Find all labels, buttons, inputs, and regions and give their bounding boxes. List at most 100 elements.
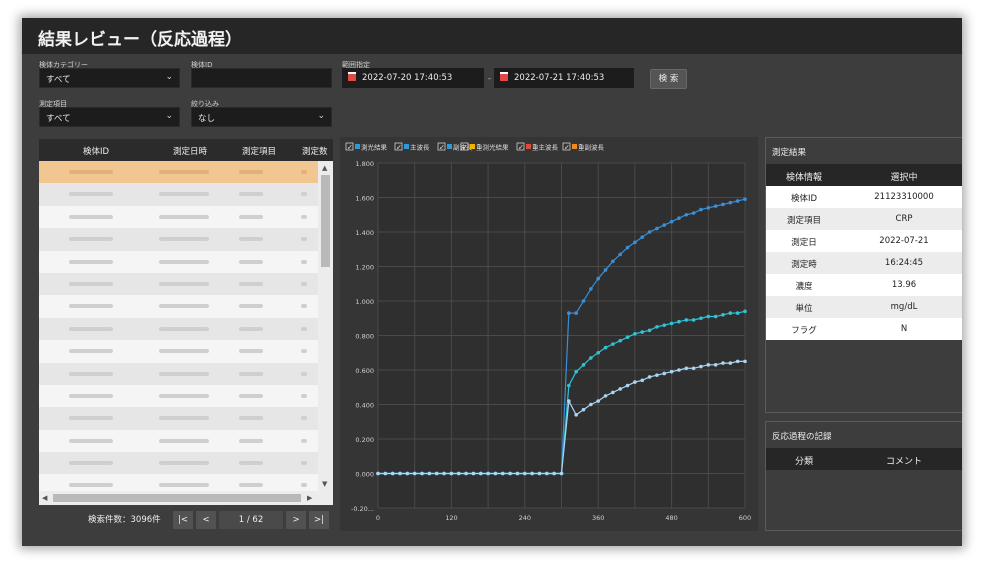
data-point (603, 345, 608, 350)
data-point (618, 387, 623, 391)
column-header[interactable]: 測定日時 (173, 145, 207, 157)
table-row[interactable] (39, 183, 318, 206)
sample-id-input[interactable] (191, 68, 332, 88)
table-cell (239, 461, 263, 466)
scroll-down-icon[interactable]: ▼ (322, 480, 327, 488)
last-page-button[interactable]: >| (309, 511, 329, 529)
result-title: 測定結果 (772, 148, 807, 158)
data-point (442, 471, 446, 476)
date-from-value: 2022-07-20 17:40:53 (362, 73, 453, 83)
item-select[interactable]: すべて ⌄ (39, 107, 180, 127)
first-page-button[interactable]: |< (173, 511, 193, 529)
next-page-button[interactable]: > (286, 511, 306, 529)
data-point (567, 383, 571, 388)
data-point (669, 321, 674, 326)
table-row[interactable] (39, 206, 318, 228)
data-point (721, 202, 725, 207)
search-button[interactable]: 検 索 (650, 69, 687, 89)
legend-swatch (404, 144, 409, 149)
table-row[interactable] (39, 385, 318, 407)
scroll-up-icon[interactable]: ▲ (322, 164, 327, 172)
date-from-field[interactable]: 2022-07-20 17:40:53 (342, 68, 484, 88)
table-cell (239, 371, 263, 376)
log-header-category: 分類 (794, 457, 813, 467)
legend-label: 重測光結果 (476, 143, 509, 152)
date-to-value: 2022-07-21 17:40:53 (514, 73, 605, 83)
table-cell (159, 304, 209, 309)
data-point (662, 323, 667, 327)
result-row-label: 測定日 (791, 238, 817, 248)
result-header-selected: 選択中 (890, 173, 918, 183)
scroll-right-icon[interactable]: ▶ (307, 494, 312, 502)
log-panel: 反応過程の記録 分類 コメント (765, 421, 962, 531)
y-tick-label: 1.200 (355, 264, 374, 272)
scroll-left-icon[interactable]: ◀ (42, 494, 47, 502)
table-body (39, 161, 318, 491)
table-row[interactable] (39, 452, 318, 475)
scrollbar-thumb[interactable] (53, 494, 301, 502)
result-row-value: 21123310000 (874, 192, 934, 202)
table-row[interactable] (39, 340, 318, 362)
horizontal-scrollbar[interactable]: ◀ ▶ (39, 491, 333, 505)
legend-swatch (572, 144, 577, 149)
data-point (574, 311, 578, 315)
table-row[interactable] (39, 474, 318, 491)
result-row-label: 検体ID (790, 194, 818, 204)
data-point (625, 335, 630, 340)
table-row[interactable] (39, 272, 318, 296)
data-point (589, 287, 593, 291)
column-header[interactable]: 測定項目 (242, 145, 276, 157)
result-count: 検索件数：3096件 (88, 515, 161, 525)
data-point (486, 471, 490, 476)
x-tick-label: 120 (445, 514, 457, 522)
data-point (523, 471, 527, 476)
result-row-value: 13.96 (891, 280, 917, 290)
legend-swatch (447, 144, 452, 149)
data-point (574, 369, 578, 374)
data-point (655, 373, 659, 377)
data-point (699, 207, 703, 212)
date-to-field[interactable]: 2022-07-21 17:40:53 (494, 68, 634, 88)
table-cell (159, 326, 209, 331)
data-point (412, 471, 417, 476)
table-row[interactable] (39, 251, 318, 273)
y-tick-label: 1.000 (355, 298, 374, 306)
table-row[interactable] (39, 295, 318, 317)
legend-label: 測光結果 (361, 143, 388, 152)
category-select[interactable]: すべて ⌄ (39, 68, 180, 88)
data-point (655, 325, 659, 329)
scrollbar-thumb[interactable] (321, 175, 330, 267)
chevron-down-icon: ⌄ (165, 111, 173, 121)
data-point (581, 407, 586, 412)
data-point (699, 316, 703, 321)
y-tick-label: 0.600 (355, 367, 374, 375)
x-tick-label: 240 (519, 514, 531, 522)
table-row[interactable] (39, 430, 318, 452)
x-tick-label: 360 (592, 514, 604, 522)
prev-page-button[interactable]: < (196, 511, 216, 529)
vertical-scrollbar[interactable]: ▲ ▼ (318, 161, 333, 491)
table-cell (159, 259, 209, 264)
table-cell (69, 371, 113, 376)
table-cell (301, 393, 307, 398)
filter-select[interactable]: なし ⌄ (191, 107, 332, 127)
data-point (633, 331, 637, 336)
table-cell (159, 214, 209, 219)
chevron-down-icon: ⌄ (165, 72, 173, 82)
table-row[interactable] (39, 161, 318, 184)
data-point (728, 200, 733, 205)
data-point (574, 413, 578, 417)
table-row[interactable] (39, 317, 318, 341)
table-row[interactable] (39, 407, 318, 430)
data-point (376, 471, 380, 476)
column-header[interactable]: 測定数 (302, 145, 328, 157)
app-window: 結果レビュー（反応過程） 検体カテゴリー すべて ⌄ 検体ID 範囲指定 202… (22, 18, 962, 546)
table-row[interactable] (39, 362, 318, 385)
column-header[interactable]: 検体ID (83, 145, 109, 157)
y-tick-label: 0.000 (355, 471, 374, 479)
y-tick-label: 0.800 (355, 333, 374, 341)
table-cell (159, 281, 209, 286)
table-row[interactable] (39, 228, 318, 251)
check-icon: ✓ (564, 144, 570, 152)
data-point (618, 252, 623, 257)
